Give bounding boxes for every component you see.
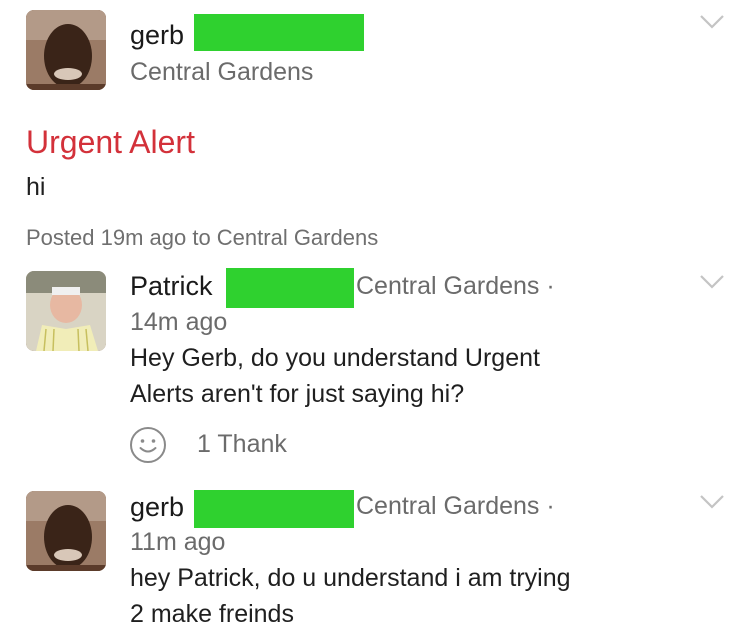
avatar-image-gerb <box>26 491 106 571</box>
thank-count[interactable]: 1 Thank <box>197 432 287 457</box>
post-author-name[interactable]: gerb <box>130 22 184 49</box>
comment-author-avatar[interactable] <box>26 491 106 571</box>
post-body: hi <box>26 173 46 201</box>
comment-text-line: 2 make freinds <box>130 600 294 628</box>
comment-time: 14m ago <box>130 308 228 336</box>
redaction-box <box>194 490 354 528</box>
redaction-box <box>226 268 354 308</box>
chevron-down-icon[interactable] <box>698 272 726 292</box>
avatar-image-patrick <box>26 271 106 351</box>
comment-text-line: Alerts aren't for just saying hi? <box>130 380 465 408</box>
comment-text-line: hey Patrick, do u understand i am trying <box>130 564 571 592</box>
comment-author-avatar[interactable] <box>26 271 106 351</box>
smiley-icon[interactable] <box>128 425 168 465</box>
avatar-image-gerb <box>26 10 106 90</box>
comment-time: 11m ago <box>130 528 226 556</box>
comment-author-name[interactable]: gerb <box>130 494 184 521</box>
alert-title: Urgent Alert <box>26 124 195 160</box>
post-author-avatar[interactable] <box>26 10 106 90</box>
comment-text-line: Hey Gerb, do you understand Urgent <box>130 344 540 372</box>
comment-neighborhood[interactable]: Central Gardens · <box>356 494 555 519</box>
post-meta[interactable]: Posted 19m ago to Central Gardens <box>26 227 378 249</box>
redaction-box <box>194 14 364 51</box>
chevron-down-icon[interactable] <box>698 12 726 32</box>
comment-author-name[interactable]: Patrick <box>130 273 213 300</box>
comment-neighborhood[interactable]: Central Gardens · <box>356 274 555 299</box>
chevron-down-icon[interactable] <box>698 492 726 512</box>
post-author-neighborhood[interactable]: Central Gardens <box>130 60 313 85</box>
